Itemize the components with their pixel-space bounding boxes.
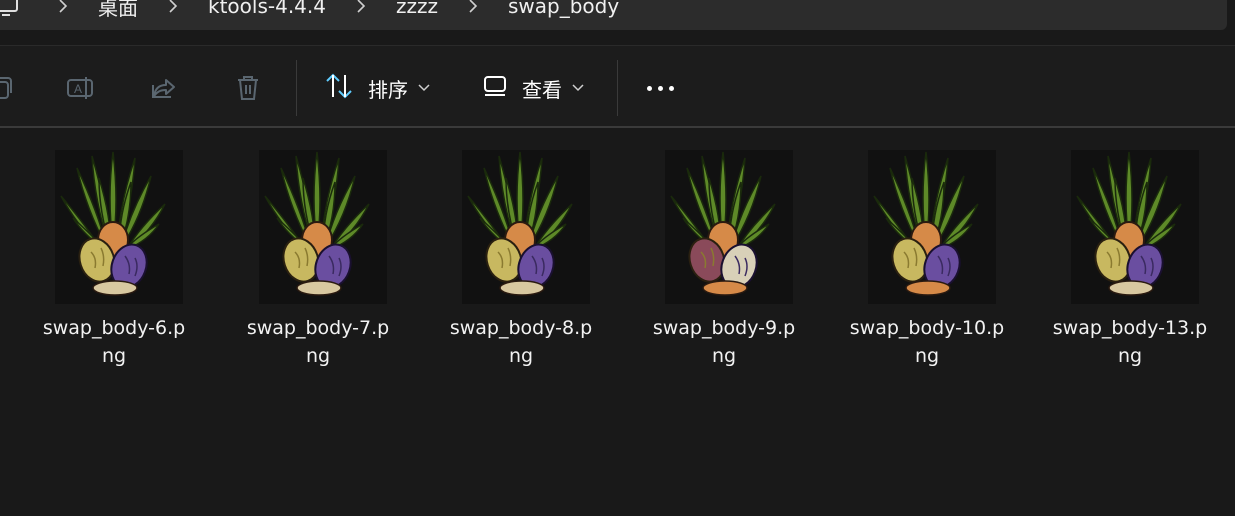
file-name-line: ng [305, 345, 331, 367]
file-thumbnail [1063, 148, 1199, 304]
chevron-right-icon[interactable] [54, 0, 72, 14]
breadcrumb-item-desktop[interactable]: 桌面 [92, 0, 144, 21]
vegetable-bundle-image [60, 151, 166, 296]
sort-icon [324, 73, 354, 104]
chevron-right-icon[interactable] [352, 0, 370, 14]
vegetable-bundle-image [873, 151, 979, 296]
vegetable-bundle-image [670, 151, 776, 296]
vegetable-bundle-image [1076, 151, 1182, 296]
file-thumbnail [657, 148, 793, 304]
chevron-down-icon [418, 84, 430, 92]
breadcrumb-item-ktools[interactable]: ktools-4.4.4 [202, 0, 332, 18]
file-name-line: swap_body-10.p [849, 317, 1005, 339]
breadcrumb-item-swap-body[interactable]: swap_body [502, 0, 625, 18]
toolbar-separator [296, 60, 297, 116]
address-bar[interactable]: 桌面 ktools-4.4.4 zzzz swap_body [0, 0, 1227, 30]
file-thumbnail [454, 148, 590, 304]
share-icon[interactable] [148, 72, 180, 104]
file-name: swap_body-13.png [1040, 314, 1220, 370]
sort-button[interactable]: 排序 [324, 68, 430, 108]
vegetable-bundle-image [467, 151, 573, 296]
address-area: 桌面 ktools-4.4.4 zzzz swap_body [0, 0, 1235, 46]
view-icon [482, 74, 508, 103]
file-name-line: swap_body-7.p [246, 317, 390, 339]
file-thumbnail [251, 148, 387, 304]
file-name-line: swap_body-13.p [1052, 317, 1208, 339]
chevron-down-icon [572, 84, 584, 92]
breadcrumb-item-zzzz[interactable]: zzzz [390, 0, 444, 18]
file-name-line: ng [508, 345, 534, 367]
file-name: swap_body-10.png [837, 314, 1017, 370]
delete-icon[interactable] [232, 72, 264, 104]
svg-text:A: A [74, 82, 82, 96]
file-name: swap_body-6.png [24, 314, 204, 370]
this-pc-icon[interactable] [0, 0, 34, 24]
file-name-line: swap_body-6.p [42, 317, 186, 339]
view-label: 查看 [522, 77, 562, 102]
file-item[interactable]: swap_body-10.png [837, 144, 1017, 374]
file-name: swap_body-9.png [634, 314, 814, 370]
file-item[interactable]: swap_body-7.png [228, 144, 408, 374]
more-icon [646, 85, 652, 91]
file-name-line: ng [101, 345, 127, 367]
view-button[interactable]: 查看 [482, 68, 584, 108]
file-item[interactable]: swap_body-9.png [634, 144, 814, 374]
vegetable-bundle-image [264, 151, 370, 296]
file-name-line: ng [711, 345, 737, 367]
file-grid: swap_body-6.p ng swap_body-7.p ng swap_body-… [0, 128, 1235, 516]
more-options-button[interactable] [640, 76, 680, 100]
file-name-line: ng [1117, 345, 1143, 367]
breadcrumb: 桌面 ktools-4.4.4 zzzz swap_body [0, 0, 625, 24]
file-item[interactable]: swap_body-8.png [431, 144, 611, 374]
file-name: swap_body-8.png [431, 314, 611, 370]
sort-label: 排序 [368, 77, 408, 102]
copy-icon[interactable] [0, 72, 18, 104]
command-bar: A 排序 查看 [0, 46, 1235, 126]
file-name-line: swap_body-8.p [449, 317, 593, 339]
file-thumbnail [47, 148, 183, 304]
file-item[interactable]: swap_body-13.png [1040, 144, 1220, 374]
chevron-right-icon[interactable] [464, 0, 482, 14]
file-item[interactable]: swap_body-6.png [24, 144, 204, 374]
file-name: swap_body-7.png [228, 314, 408, 370]
file-name-line: ng [914, 345, 940, 367]
file-name-line: swap_body-9.p [652, 317, 796, 339]
chevron-right-icon[interactable] [164, 0, 182, 14]
rename-icon[interactable]: A [65, 72, 97, 104]
file-thumbnail [860, 148, 996, 304]
toolbar-separator [617, 60, 618, 116]
